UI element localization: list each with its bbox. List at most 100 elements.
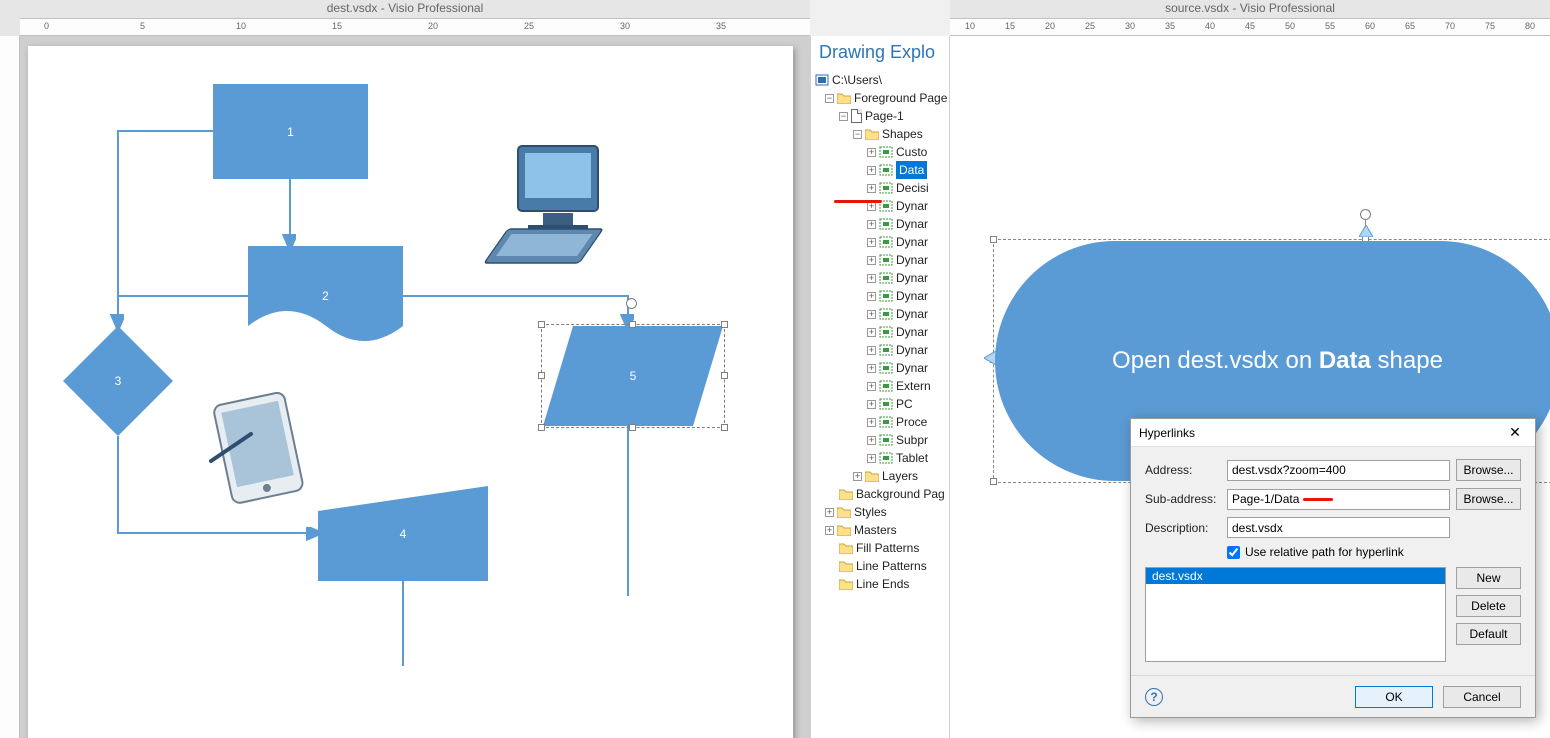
tree-shape-item[interactable]: +Custo [815,143,949,161]
flow-decision-3[interactable]: 3 [63,326,173,436]
shape-icon [879,164,893,176]
tree-shape-item[interactable]: + Dynar [815,287,949,305]
resize-handle[interactable] [629,424,636,431]
tree-shape-item[interactable]: +Dynar [815,323,949,341]
collapse-icon[interactable]: − [839,112,848,121]
resize-handle[interactable] [721,321,728,328]
resize-handle[interactable] [538,372,545,379]
dialog-titlebar[interactable]: Hyperlinks ✕ [1131,419,1535,447]
resize-handle[interactable] [721,424,728,431]
tree-shape-item[interactable]: + Tablet [815,449,949,467]
tree-root[interactable]: C:\Users\ [815,71,949,89]
help-icon[interactable]: ? [1145,688,1163,706]
resize-handle[interactable] [990,236,997,243]
cancel-button[interactable]: Cancel [1443,686,1521,708]
tree-foreground[interactable]: − Foreground Page [815,89,949,107]
collapse-icon[interactable]: − [853,130,862,139]
tree-shape-item[interactable]: +Dynar [815,269,949,287]
resize-handle[interactable] [538,321,545,328]
shape-icon [879,452,893,464]
tree-shape-item[interactable]: +Dynar [815,341,949,359]
expand-icon[interactable]: + [867,148,876,157]
resize-handle[interactable] [538,424,545,431]
flow-process-1[interactable]: 1 [213,84,368,179]
left-page[interactable]: 1 2 3 5 [28,46,793,738]
expand-icon[interactable]: + [867,166,876,175]
default-button[interactable]: Default [1456,623,1521,645]
tree-shape-item[interactable]: +Data [815,161,949,179]
left-canvas[interactable]: 1 2 3 5 [20,36,810,738]
tree-fill-patterns[interactable]: Fill Patterns [815,539,949,557]
expand-icon[interactable]: + [853,472,862,481]
explorer-tree[interactable]: C:\Users\ − Foreground Page − Page-1 − S… [811,71,949,593]
folder-icon [839,578,853,590]
expand-icon[interactable]: + [867,256,876,265]
tree-shape-item[interactable]: +PC [815,395,949,413]
tree-page[interactable]: − Page-1 [815,107,949,125]
resize-handle[interactable] [721,372,728,379]
ruler-tick-label: 75 [1485,21,1495,31]
expand-icon[interactable]: + [825,508,834,517]
expand-icon[interactable]: + [867,310,876,319]
expand-icon[interactable]: + [825,526,834,535]
expand-icon[interactable]: + [867,238,876,247]
expand-icon[interactable]: + [867,220,876,229]
tree-label: Dynar [896,287,928,305]
expand-icon[interactable]: + [867,274,876,283]
subaddress-input[interactable]: Page-1/Data [1227,489,1450,510]
tree-label: Tablet [896,449,928,467]
tree-shape-item[interactable]: +Dynar [815,215,949,233]
expand-icon[interactable]: + [867,400,876,409]
tree-masters[interactable]: + Masters [815,521,949,539]
tree-shape-item[interactable]: +Dynar [815,305,949,323]
expand-icon[interactable]: + [867,382,876,391]
connection-point-icon[interactable] [1359,225,1373,237]
tree-layers[interactable]: + Layers [815,467,949,485]
tree-shape-item[interactable]: + Decisi [815,179,949,197]
expand-icon[interactable]: + [867,328,876,337]
new-button[interactable]: New [1456,567,1521,589]
resize-handle[interactable] [629,321,636,328]
expand-icon[interactable]: + [867,454,876,463]
tree-shape-item[interactable]: +Subpr [815,431,949,449]
tree-background[interactable]: Background Pag [815,485,949,503]
expand-icon[interactable]: + [867,418,876,427]
relative-path-checkbox[interactable]: Use relative path for hyperlink [1227,545,1521,559]
tree-line-patterns[interactable]: Line Patterns [815,557,949,575]
flow-manual-input-4[interactable]: 4 [318,486,488,581]
tree-styles[interactable]: + Styles [815,503,949,521]
rotate-handle[interactable] [626,298,637,309]
expand-icon[interactable]: + [867,292,876,301]
tree-line-ends[interactable]: Line Ends [815,575,949,593]
description-label: Description: [1145,521,1221,535]
collapse-icon[interactable]: − [825,94,834,103]
ok-button[interactable]: OK [1355,686,1433,708]
expand-icon[interactable]: + [867,184,876,193]
hyperlink-listbox[interactable]: dest.vsdx [1145,567,1446,662]
browse-address-button[interactable]: Browse... [1456,459,1521,481]
tree-label: Decisi [896,179,929,197]
tree-shape-item[interactable]: +Dynar [815,251,949,269]
expand-icon[interactable]: + [867,364,876,373]
pc-clipart-icon[interactable] [473,141,623,271]
tree-shape-item[interactable]: +Extern [815,377,949,395]
tablet-clipart-icon[interactable] [203,386,313,516]
tree-shapes[interactable]: − Shapes [815,125,949,143]
expand-icon[interactable]: + [867,436,876,445]
hyperlinks-dialog[interactable]: Hyperlinks ✕ Address: Browse... Sub-addr… [1130,418,1536,718]
close-icon[interactable]: ✕ [1503,421,1527,445]
browse-subaddress-button[interactable]: Browse... [1456,488,1521,510]
description-input[interactable] [1227,517,1450,538]
drawing-explorer-panel[interactable]: Drawing Explo C:\Users\ − Foreground Pag… [810,36,950,738]
resize-handle[interactable] [990,478,997,485]
relative-path-check[interactable] [1227,546,1240,559]
address-input[interactable] [1227,460,1450,481]
delete-button[interactable]: Delete [1456,595,1521,617]
tree-shape-item[interactable]: +Proce [815,413,949,431]
tree-shape-item[interactable]: +Dynar [815,359,949,377]
expand-icon[interactable]: + [867,346,876,355]
list-item[interactable]: dest.vsdx [1146,568,1445,584]
flow-document-2[interactable]: 2 [248,246,403,346]
tree-shape-item[interactable]: +Dynar [815,233,949,251]
rotate-handle[interactable] [1360,209,1371,220]
